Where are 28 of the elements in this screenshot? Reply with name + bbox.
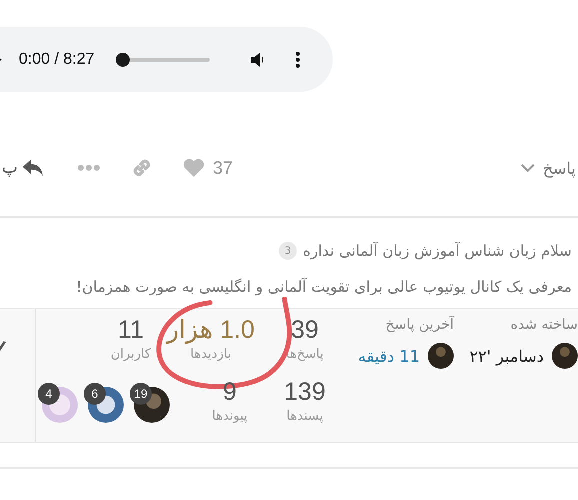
chevron-icon — [520, 164, 535, 172]
stat-value: 139 — [284, 379, 326, 406]
post-count: 3 — [279, 242, 298, 260]
last-reply-time[interactable]: 11 دقیقه — [358, 346, 420, 366]
created-label: ساخته شده — [510, 317, 578, 333]
stat-value: 1.0 هزار — [167, 317, 255, 344]
last-reply-label: آخرین پاسخ — [384, 317, 454, 333]
stat-label: پیوندها — [212, 408, 248, 424]
more-icon[interactable] — [296, 52, 300, 68]
user-avatar[interactable] — [552, 343, 578, 369]
post-count: 4 — [38, 383, 60, 405]
created-date: دسامبر '۲۲ — [470, 346, 544, 366]
post-count: 6 — [84, 383, 106, 405]
reply-button[interactable]: پ — [2, 158, 44, 178]
seek-slider[interactable] — [116, 52, 212, 66]
heart-icon — [183, 158, 206, 178]
like-button[interactable]: 37 — [183, 158, 234, 178]
stat-label: بازدیدها — [190, 346, 232, 362]
stat-value: 39 — [291, 317, 319, 344]
user-avatar[interactable] — [428, 343, 454, 369]
stat-label: پسندها — [286, 408, 324, 424]
replies-toggle[interactable]: پاسخ — [520, 158, 576, 178]
stat-value: 11 — [118, 317, 144, 344]
post-count: 19 — [130, 383, 152, 405]
playback-time: 0:00 / 8:27 — [19, 50, 95, 68]
topic-link[interactable]: معرفی یک کانال یوتیوب عالی برای تقویت آلمانی و انگلیسی به صورت همزمان! — [76, 278, 572, 296]
stat-label: کاربران — [110, 346, 152, 362]
topic-link[interactable]: سلام زبان شناس آموزش زبان آلمانی نداره — [303, 242, 572, 260]
